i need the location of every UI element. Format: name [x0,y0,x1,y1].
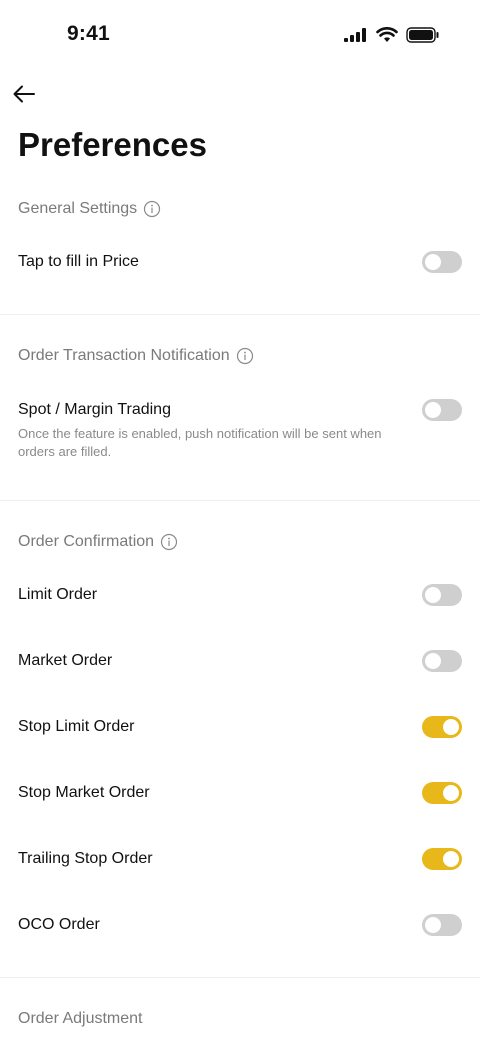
section-divider [0,500,480,501]
setting-row-trailing-stop-order: Trailing Stop Order [0,837,480,881]
info-circle-icon[interactable] [236,347,254,365]
toggle-stop-limit-order[interactable] [422,716,462,738]
section-header-notification-label: Order Transaction Notification [18,347,230,364]
section-header-general-label: General Settings [18,200,138,217]
setting-row-stop-market-order: Stop Market Order [0,771,480,815]
setting-label: Stop Limit Order [18,718,135,735]
section-header-confirmation: Order Confirmation [18,533,178,551]
setting-label: OCO Order [18,916,100,933]
setting-row-stop-limit-order: Stop Limit Order [0,705,480,749]
back-button[interactable] [10,80,38,108]
status-bar: 9:41 [0,0,480,72]
section-header-general: General Settings [18,200,161,218]
setting-label: Trailing Stop Order [18,850,153,867]
setting-row-oco-order: OCO Order [0,903,480,947]
toggle-knob [443,719,459,735]
toggle-knob [425,254,441,270]
toggle-stop-market-order[interactable] [422,782,462,804]
arrow-left-icon [13,85,35,103]
setting-label: Stop Market Order [18,784,150,801]
status-time: 9:41 [67,22,110,45]
toggle-spot-margin-trading[interactable] [422,399,462,421]
section-header-notification: Order Transaction Notification [18,347,254,365]
toggle-knob [443,785,459,801]
preferences-screen: 9:41 Preferences General Settings Tap to… [0,0,480,1040]
section-header-adjustment-label: Order Adjustment [18,1010,143,1027]
setting-row-tap-to-fill-price: Tap to fill in Price [0,240,480,284]
section-divider [0,977,480,978]
setting-row-market-order: Market Order [0,639,480,683]
setting-label: Tap to fill in Price [18,253,139,270]
toggle-knob [425,587,441,603]
battery-icon [406,27,439,43]
toggle-market-order[interactable] [422,650,462,672]
setting-label: Spot / Margin Trading [18,401,171,418]
toggle-tap-to-fill-price[interactable] [422,251,462,273]
setting-row-limit-order: Limit Order [0,573,480,617]
section-divider [0,314,480,315]
toggle-oco-order[interactable] [422,914,462,936]
info-circle-icon[interactable] [160,533,178,551]
setting-label: Limit Order [18,586,98,603]
toggle-knob [425,402,441,418]
section-header-confirmation-label: Order Confirmation [18,533,155,550]
cellular-signal-icon [344,28,366,42]
info-circle-icon[interactable] [143,200,161,218]
section-header-adjustment: Order Adjustment [18,1010,143,1028]
toggle-knob [425,653,441,669]
page-title: Preferences [18,126,207,163]
wifi-icon [376,27,398,42]
setting-label: Market Order [18,652,113,669]
toggle-trailing-stop-order[interactable] [422,848,462,870]
toggle-limit-order[interactable] [422,584,462,606]
toggle-knob [425,917,441,933]
toggle-knob [443,851,459,867]
status-icons [344,27,440,43]
setting-description: Once the feature is enabled, push notifi… [18,426,382,459]
